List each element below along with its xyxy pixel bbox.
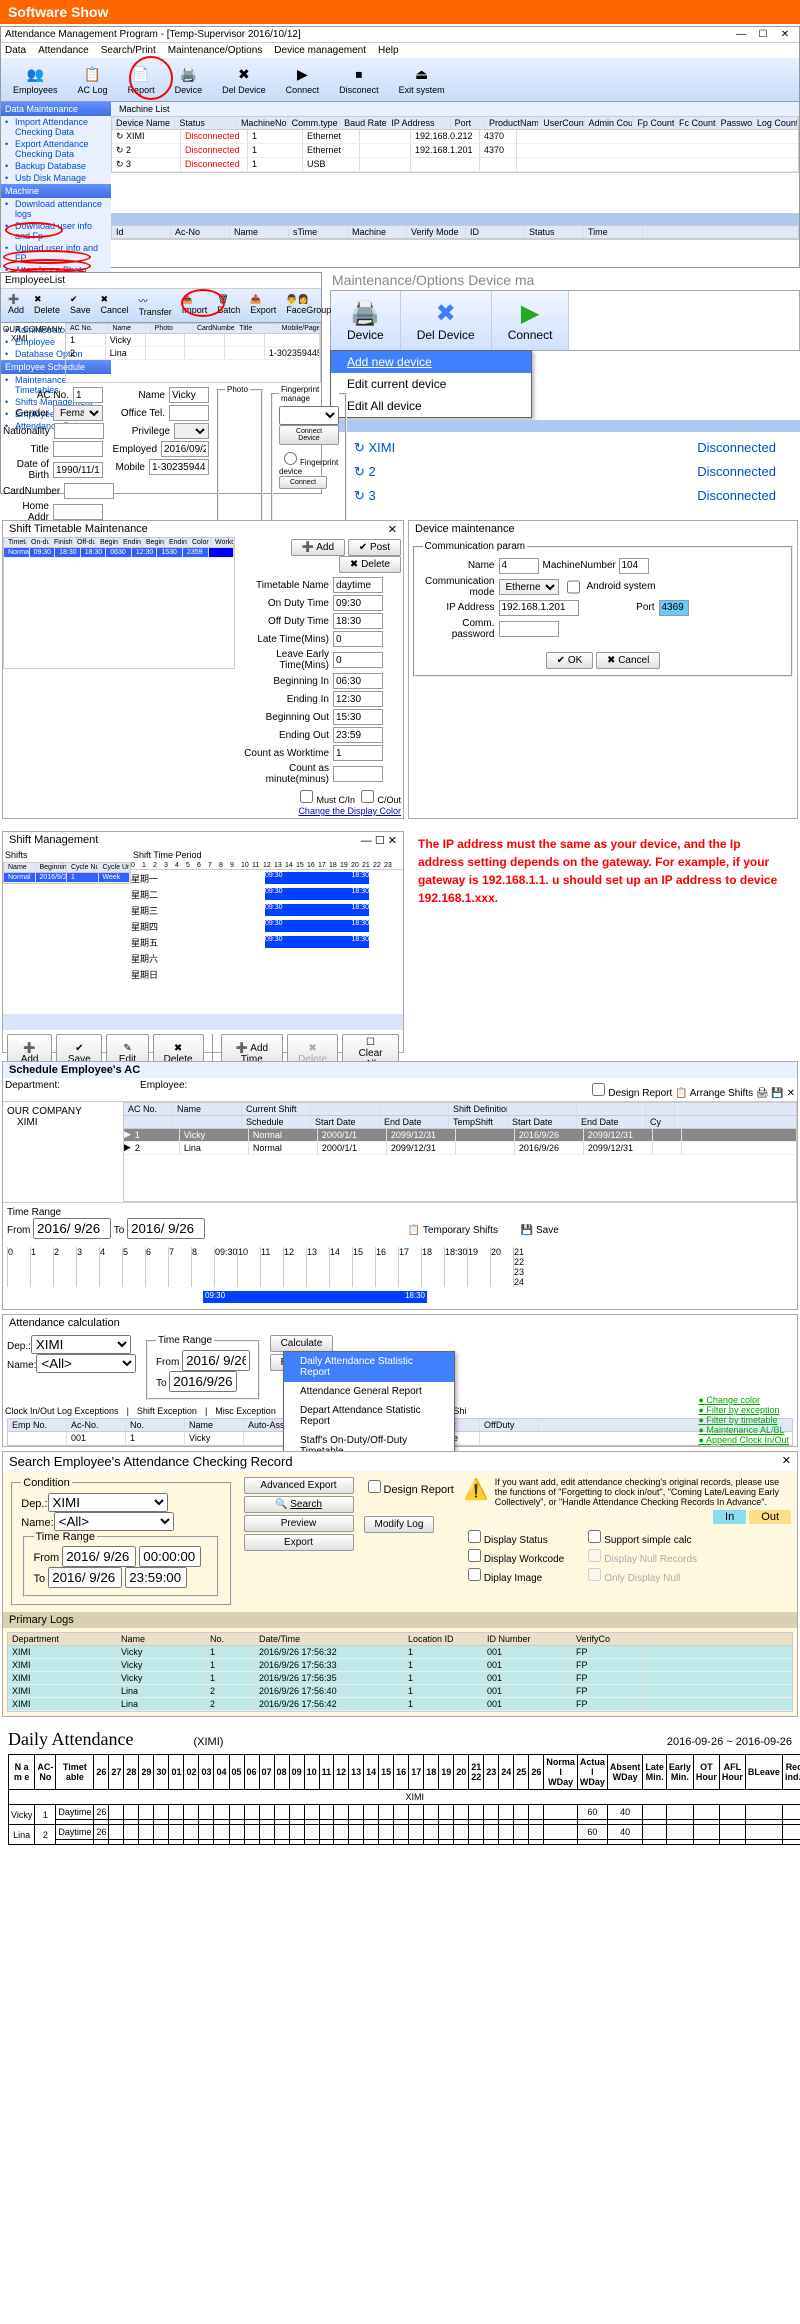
edit-all-menu[interactable]: Edit All device [331,395,531,417]
post-btn[interactable]: ✔ Post [348,539,401,556]
close-icon[interactable]: ✕ [775,29,795,40]
emp-tool[interactable]: ✖ Cancel [98,293,132,318]
Connect-big-button[interactable]: ▶Connect [492,291,570,350]
ip-note: The IP address must the same as your dev… [406,827,800,1057]
calc-sidelink[interactable]: ● Filter by timetable [699,1415,790,1425]
shift-mgmt-window: Shift Management — ☐ ✕ Shifts NameBeginn… [2,831,404,1053]
gender-select[interactable]: Female [53,405,103,421]
adv-export-btn[interactable]: Advanced Export [244,1477,354,1494]
calc-tab[interactable]: Shift Exception [137,1406,197,1416]
preview-btn[interactable]: Preview [244,1515,354,1532]
side-item[interactable]: Import Attendance Checking Data [1,116,111,138]
device-menu: Add new device Edit current device Edit … [330,350,532,418]
panel-hdr-2: Machine [1,184,111,198]
menu-bar[interactable]: Data Attendance Search/Print Maintenance/Op… [1,43,799,58]
tab-machine-list[interactable]: Machine List [111,102,799,116]
menu-Search/Print[interactable]: Search/Print [101,45,156,56]
side-item[interactable]: Usb Disk Manage [1,172,111,184]
divider [111,213,799,225]
max-icon[interactable]: ☐ [753,29,773,40]
min-icon[interactable]: — [361,835,372,847]
side-item[interactable]: Backup Database [1,160,111,172]
report-section: Daily Attendance (XIMI) 2016-09-26 ~ 201… [0,1721,800,1857]
big-tools-panel: Maintenance/Options Device ma 🖨️Device✖D… [330,270,800,512]
emp-tool[interactable]: 📤 Export [247,293,279,318]
company-tree[interactable]: OUR COMPANY XIMI [1,323,65,383]
main-window: Attendance Management Program - [Temp-Su… [0,26,800,268]
acno-input[interactable] [73,387,103,403]
connect-btn[interactable]: Connect [279,476,327,489]
ok-button[interactable]: ✔ OK [546,652,594,669]
side-item[interactable]: Download attendance logs [1,198,111,220]
Del Device-big-button[interactable]: ✖Del Device [401,291,492,350]
report-table: N a m eAC-NoTimet able262728293001020304… [8,1754,800,1845]
search-window: Search Employee's Attendance Checking Re… [2,1451,798,1717]
highlight-employee [5,222,63,238]
Exit system-button[interactable]: ⏏Exit system [391,62,453,97]
change-color-link[interactable]: Change the Display Color [237,806,401,816]
name-input[interactable] [169,387,209,403]
calc-sidelink[interactable]: ● Append Clock In/Out [699,1435,790,1445]
cancel-button[interactable]: ✖ Cancel [596,652,660,669]
report-menu-item[interactable]: Daily Attendance Statistic Report [284,1352,454,1382]
emp-list-window: EmployeeList ➕ Add✖ Delete✔ Save✖ Cancel… [0,272,322,494]
title-bar: Attendance Management Program - [Temp-Su… [1,27,799,43]
highlight-device [129,56,173,100]
window-title: Attendance Management Program - [Temp-Su… [5,29,301,40]
emp-title: EmployeeList [5,275,65,286]
emp-tool[interactable]: ➕ Add [5,293,27,318]
tool-bar: 👥Employees📋AC Log📄Report🖨️Device✖Del Dev… [1,58,799,102]
side-item[interactable]: Export Attendance Checking Data [1,138,111,160]
menu-Data[interactable]: Data [5,45,26,56]
close-icon[interactable]: ✕ [388,523,397,536]
lower-grid: IdAc-NoNamesTimeMachineVerify ModeIDStat… [111,225,799,240]
add-btn[interactable]: ➕ Add [291,539,345,556]
banner: Software Show [0,0,800,24]
Disconect-button[interactable]: ⏹Disconect [331,62,387,97]
highlight-import [181,289,225,317]
max-icon[interactable]: ☐ [375,835,385,847]
modify-log-btn[interactable]: Modify Log [364,1516,435,1533]
close-icon[interactable]: ✕ [388,835,397,847]
panel-hdr-1: Data Maintenance [1,102,111,116]
Connect-button[interactable]: ▶Connect [278,62,328,97]
shift-tt-window: Shift Timetable Maintenance✕ Timetable N… [2,520,404,819]
search-btn[interactable]: 🔍 Search [244,1496,354,1513]
menu-Maintenance/Options[interactable]: Maintenance/Options [168,45,263,56]
export-btn[interactable]: Export [244,1534,354,1551]
connect-device-btn[interactable]: Connect Device [279,425,339,445]
menu-Attendance[interactable]: Attendance [38,45,89,56]
report-menu-item[interactable]: Depart Attendance Statistic Report [284,1401,454,1431]
emp-tool[interactable]: 👨‍👩 FaceGroup [283,293,334,318]
calc-sidelink[interactable]: ● Maintenance AL/BL [699,1425,790,1435]
emp-tool[interactable]: ✖ Delete [31,293,63,318]
dept-tree[interactable]: OUR COMPANYXIMI [3,1102,123,1202]
delete-btn[interactable]: ✖ Delete [339,556,401,573]
edit-device-menu[interactable]: Edit current device [331,373,531,395]
Del Device-button[interactable]: ✖Del Device [214,62,274,97]
dev-maint-window: Device maintenance Communication param N… [408,520,798,819]
AC Log-button[interactable]: 📋AC Log [70,62,116,97]
close-icon[interactable]: ✕ [782,1455,791,1467]
schedule-window: Schedule Employee's AC Department: Emplo… [2,1061,798,1310]
menu-Device management[interactable]: Device management [274,45,366,56]
device-grid: Device NameStatusMachineNo.Comm.typeBaud… [111,116,799,173]
min-icon[interactable]: — [731,29,751,40]
calc-window: Attendance calculation Dep.:XIMI Name:<A… [2,1314,798,1447]
menu-Help[interactable]: Help [378,45,399,56]
Device-big-button[interactable]: 🖨️Device [331,291,401,350]
calc-sidelink[interactable]: ● Change color [699,1395,790,1405]
calculate-btn[interactable]: Calculate [270,1335,334,1352]
report-menu-item[interactable]: Attendance General Report [284,1382,454,1401]
add-device-menu[interactable]: Add new device [331,351,531,373]
calc-tab[interactable]: Clock In/Out Log Exceptions [5,1406,119,1416]
Employees-button[interactable]: 👥Employees [5,62,66,97]
calc-sidelink[interactable]: ● Filter by exception [699,1405,790,1415]
emp-tool[interactable]: 〰 Transfer [136,293,175,318]
Device-button[interactable]: 🖨️Device [167,62,211,97]
emp-tool[interactable]: ✔ Save [67,293,94,318]
calc-tab[interactable]: Misc Exception [215,1406,276,1416]
